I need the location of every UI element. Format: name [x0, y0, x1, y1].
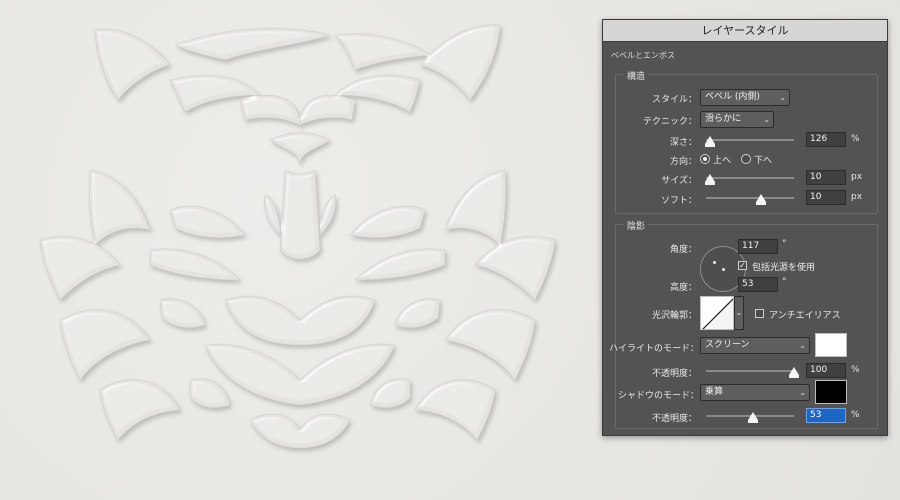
shading-legend: 陰影	[624, 219, 649, 232]
highlight-opacity-track[interactable]	[706, 370, 794, 372]
technique-label: テクニック：	[642, 117, 697, 127]
technique-value: 滑らかに	[705, 114, 742, 124]
soften-slider-thumb[interactable]	[755, 194, 766, 205]
shadow-opacity-unit: %	[851, 410, 860, 420]
depth-unit: %	[851, 134, 860, 144]
shadow-opacity-input[interactable]: 53	[806, 408, 846, 423]
shadow-mode-dropdown[interactable]: 乗算 ⌄	[700, 384, 810, 401]
shadow-opacity-thumb[interactable]	[747, 412, 758, 423]
shadow-opacity-label: 不透明度：	[651, 414, 697, 424]
style-dropdown[interactable]: ベベル (内側) ⌄	[700, 89, 790, 106]
shadow-mode-label: シャドウのモード：	[617, 391, 699, 401]
style-label: スタイル：	[651, 95, 697, 105]
depth-input[interactable]: 126	[806, 132, 846, 147]
chevron-down-icon: ⌄	[779, 93, 786, 102]
embossed-tiger-artwork	[39, 24, 556, 449]
highlight-mode-label: ハイライトのモード：	[609, 344, 699, 354]
direction-up-label: 上へ	[713, 156, 732, 166]
angle-dial-center	[722, 268, 725, 271]
depth-slider-thumb[interactable]	[705, 136, 716, 147]
depth-label: 深さ：	[669, 138, 697, 148]
highlight-opacity-unit: %	[851, 365, 860, 375]
technique-dropdown[interactable]: 滑らかに ⌄	[700, 111, 774, 128]
soften-input[interactable]: 10	[806, 190, 846, 205]
shadow-mode-value: 乗算	[705, 387, 724, 397]
size-slider-thumb[interactable]	[705, 174, 716, 185]
soften-slider-track[interactable]	[706, 197, 794, 199]
chevron-down-icon: ⌄	[799, 388, 806, 397]
gloss-contour-dropdown[interactable]: ⌄	[734, 296, 744, 330]
depth-slider-track[interactable]	[706, 139, 794, 141]
style-value: ベベル (内側)	[705, 92, 760, 102]
chevron-down-icon: ⌄	[799, 341, 806, 350]
angle-unit: °	[782, 239, 787, 249]
altitude-input[interactable]: 53	[738, 277, 778, 292]
highlight-mode-dropdown[interactable]: スクリーン ⌄	[700, 337, 810, 354]
angle-input[interactable]: 117	[738, 239, 778, 254]
size-input[interactable]: 10	[806, 170, 846, 185]
direction-label: 方向：	[669, 157, 697, 167]
shadow-color-swatch[interactable]	[815, 380, 847, 404]
global-light-checkbox[interactable]: ✓	[738, 261, 747, 270]
soften-unit: px	[851, 192, 863, 202]
direction-down-label: 下へ	[754, 156, 773, 166]
contour-curve-icon	[701, 297, 733, 329]
altitude-unit: °	[782, 277, 787, 287]
direction-down-radio[interactable]	[741, 154, 751, 164]
gloss-contour-label: 光沢輪郭：	[651, 311, 697, 321]
highlight-color-swatch[interactable]	[815, 333, 847, 357]
dialog-title: レイヤースタイル	[603, 20, 887, 42]
chevron-down-icon: ⌄	[763, 115, 770, 124]
layer-style-dialog: レイヤースタイル ベベルとエンボス 構造 スタイル： ベベル (内側) ⌄ テク…	[602, 19, 888, 436]
gloss-contour-preview[interactable]	[700, 296, 734, 330]
highlight-mode-value: スクリーン	[705, 340, 750, 350]
soften-label: ソフト：	[660, 196, 697, 206]
structure-legend: 構造	[624, 69, 649, 82]
global-light-label: 包括光源を使用	[752, 263, 816, 273]
direction-up-radio[interactable]	[700, 154, 710, 164]
size-slider-track[interactable]	[706, 177, 794, 179]
angle-dial-indicator	[713, 261, 716, 264]
angle-label: 角度：	[669, 245, 697, 255]
antialias-checkbox[interactable]	[755, 309, 764, 318]
bevel-emboss-section-title: ベベルとエンボス	[611, 51, 675, 60]
antialias-label: アンチエイリアス	[769, 311, 841, 321]
highlight-opacity-label: 不透明度：	[651, 369, 697, 379]
highlight-opacity-input[interactable]: 100	[806, 363, 846, 378]
altitude-label: 高度：	[669, 283, 697, 293]
highlight-opacity-thumb[interactable]	[789, 367, 799, 378]
size-unit: px	[851, 172, 863, 182]
size-label: サイズ：	[661, 176, 697, 186]
